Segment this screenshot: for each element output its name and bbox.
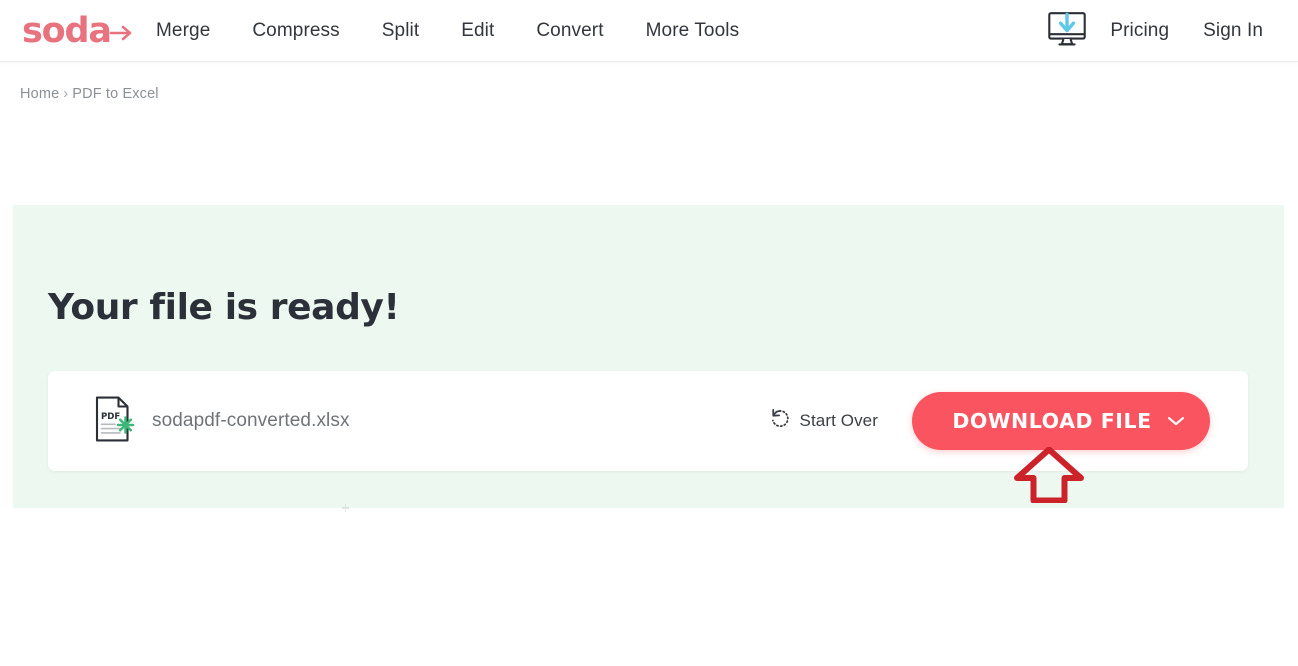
logo-text: soda: [22, 10, 112, 51]
file-info: PDF sodapdf-converted.xlsx: [94, 371, 350, 471]
nav-link-more-tools[interactable]: More Tools: [625, 0, 761, 62]
desktop-download-button[interactable]: [1041, 0, 1093, 62]
breadcrumb: Home › PDF to Excel: [20, 86, 159, 102]
undo-rotate-icon: [770, 408, 791, 434]
primary-nav: Merge Compress Split Edit Convert More T…: [135, 0, 760, 62]
svg-text:PDF: PDF: [101, 412, 120, 422]
breadcrumb-separator: ›: [63, 86, 69, 102]
soda-logo[interactable]: soda: [22, 11, 135, 51]
chevron-down-icon[interactable]: [1166, 415, 1186, 428]
pdf-file-icon: PDF: [94, 395, 138, 448]
start-over-label: Start Over: [799, 411, 878, 430]
download-file-label: DOWNLOAD FILE: [952, 409, 1152, 433]
file-name: sodapdf-converted.xlsx: [152, 410, 350, 431]
breadcrumb-current: PDF to Excel: [72, 86, 159, 102]
nav-link-pricing[interactable]: Pricing: [1093, 0, 1186, 62]
nav-link-convert[interactable]: Convert: [515, 0, 624, 62]
nav-link-merge[interactable]: Merge: [135, 0, 231, 62]
page-artifact: [341, 500, 350, 512]
sparkle-icon: [116, 415, 135, 434]
download-file-button[interactable]: DOWNLOAD FILE: [912, 392, 1210, 450]
desktop-download-icon: [1047, 10, 1087, 53]
start-over-button[interactable]: Start Over: [770, 408, 912, 434]
result-panel: Your file is ready! PDF sodapdf-converte…: [13, 205, 1284, 508]
nav-link-compress[interactable]: Compress: [231, 0, 360, 62]
file-result-card: PDF sodapdf-converted.xlsx Start Over DO…: [48, 371, 1248, 471]
arrow-right-icon: [109, 22, 135, 47]
nav-link-split[interactable]: Split: [361, 0, 440, 62]
secondary-nav: Pricing Sign In: [1041, 0, 1280, 62]
file-actions: Start Over DOWNLOAD FILE: [770, 371, 1210, 471]
top-navigation-bar: soda Merge Compress Split Edit Convert M…: [0, 0, 1298, 62]
nav-link-edit[interactable]: Edit: [440, 0, 515, 62]
nav-link-sign-in[interactable]: Sign In: [1186, 0, 1280, 62]
breadcrumb-home[interactable]: Home: [20, 86, 59, 102]
page-title: Your file is ready!: [48, 287, 400, 328]
